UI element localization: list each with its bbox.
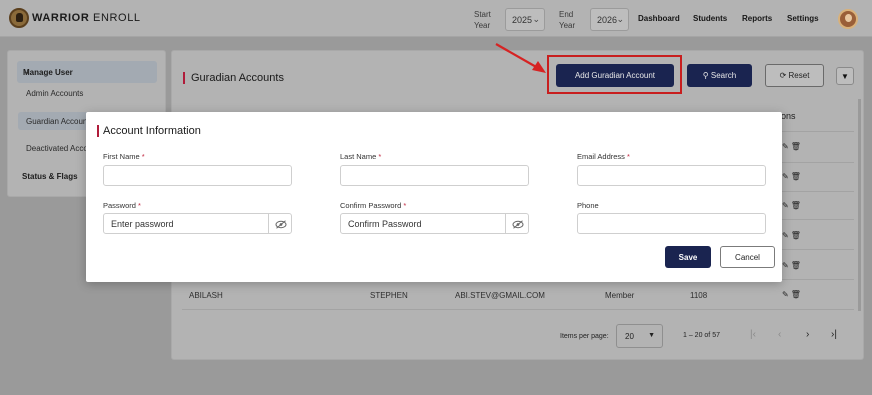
sidebar-item-admin-accounts[interactable]: Admin Accounts [26, 89, 83, 98]
table-scrollbar[interactable] [858, 99, 861, 311]
save-button[interactable]: Save [665, 246, 711, 268]
trash-icon[interactable]: 🗑 [791, 142, 803, 151]
row-actions: ✎🗑 [782, 172, 803, 181]
last-name-input[interactable] [340, 165, 529, 186]
page-size-select[interactable]: 20 ▼ [616, 324, 663, 348]
edit-icon[interactable]: ✎ [782, 201, 791, 210]
brand-name: WARRIOR ENROLL [32, 12, 141, 24]
account-information-modal: Account Information First Name * Last Na… [86, 112, 782, 282]
cell-email: ABI.STEV@GMAIL.COM [455, 291, 545, 300]
email-label: Email Address * [577, 152, 630, 161]
last-name-label: Last Name * [340, 152, 382, 161]
first-name-label: First Name * [103, 152, 145, 161]
toggle-password-visibility-button[interactable] [268, 213, 292, 234]
search-icon: ⚲ [702, 71, 709, 80]
password-label: Password * [103, 201, 141, 210]
start-year-select[interactable]: 2025 ⌄ [505, 8, 545, 31]
trash-icon[interactable]: 🗑 [791, 231, 803, 240]
chevron-down-icon: ⌄ [23, 66, 31, 76]
edit-icon[interactable]: ✎ [782, 231, 791, 240]
first-name-input[interactable] [103, 165, 292, 186]
row-actions: ✎🗑 [782, 290, 803, 299]
caret-down-icon: ▼ [648, 332, 655, 339]
chevron-down-icon: ⌄ [532, 14, 540, 24]
cell-last-name: STEPHEN [370, 291, 408, 300]
confirm-password-label: Confirm Password * [340, 201, 407, 210]
items-per-page-label: Items per page: [560, 333, 609, 340]
trash-icon[interactable]: 🗑 [791, 261, 803, 270]
row-actions: ✎🗑 [782, 261, 803, 270]
nav-settings[interactable]: Settings [787, 14, 819, 23]
edit-icon[interactable]: ✎ [782, 290, 791, 299]
search-button[interactable]: ⚲ Search [687, 64, 752, 87]
next-page-button[interactable]: › [806, 329, 809, 340]
cell-role: Member [605, 291, 635, 300]
cell-id: 1108 [690, 291, 708, 300]
eye-icon [512, 220, 524, 229]
filter-button[interactable]: ▼ [836, 67, 854, 85]
eye-icon [275, 220, 287, 229]
email-input[interactable] [577, 165, 766, 186]
add-guardian-account-button[interactable]: Add Guradian Account [556, 64, 674, 87]
top-bar: WARRIOR ENROLL Start Year 2025 ⌄ End Yea… [0, 0, 872, 37]
phone-input[interactable] [577, 213, 766, 234]
end-year-label: End Year [559, 10, 576, 30]
nav-reports[interactable]: Reports [742, 14, 772, 23]
sidebar-item-deactivated-accounts[interactable]: Deactivated Accounts [26, 144, 88, 153]
first-page-button[interactable]: |‹ [750, 329, 756, 340]
trash-icon[interactable]: 🗑 [791, 172, 803, 181]
row-actions: ✎🗑 [782, 231, 803, 240]
manage-user-group[interactable]: Manage User ⌄ [17, 61, 157, 83]
prev-page-button[interactable]: ‹ [778, 329, 781, 340]
pager-range: 1 – 20 of 57 [683, 332, 720, 339]
edit-icon[interactable]: ✎ [782, 261, 791, 270]
end-year-select[interactable]: 2026 ⌄ [590, 8, 629, 31]
modal-title: Account Information [97, 125, 201, 137]
nav-students[interactable]: Students [693, 14, 727, 23]
warrior-logo-icon [9, 8, 29, 28]
nav-dashboard[interactable]: Dashboard [638, 14, 680, 23]
chevron-down-icon: ⌄ [616, 14, 624, 24]
annotation-arrow-icon [495, 43, 546, 73]
trash-icon[interactable]: 🗑 [791, 290, 803, 299]
edit-icon[interactable]: ✎ [782, 172, 791, 181]
table-row-divider [182, 309, 854, 310]
filter-icon: ▼ [841, 72, 849, 81]
page-title: Guradian Accounts [183, 72, 284, 84]
sidebar-section-status-flags[interactable]: Status & Flags [22, 172, 78, 181]
cell-first-name: ABILASH [189, 291, 223, 300]
confirm-password-input[interactable]: Confirm Password [340, 213, 506, 234]
reset-button[interactable]: ⟳ Reset [765, 64, 824, 87]
user-avatar[interactable] [838, 9, 858, 29]
phone-label: Phone [577, 201, 599, 210]
password-input[interactable]: Enter password [103, 213, 269, 234]
last-page-button[interactable]: ›| [831, 329, 837, 340]
refresh-icon: ⟳ [779, 71, 787, 80]
start-year-label: Start Year [474, 10, 491, 30]
row-actions: ✎🗑 [782, 201, 803, 210]
row-actions: ✎🗑 [782, 142, 803, 151]
trash-icon[interactable]: 🗑 [791, 201, 803, 210]
cancel-button[interactable]: Cancel [720, 246, 775, 268]
toggle-confirm-visibility-button[interactable] [505, 213, 529, 234]
edit-icon[interactable]: ✎ [782, 142, 791, 151]
